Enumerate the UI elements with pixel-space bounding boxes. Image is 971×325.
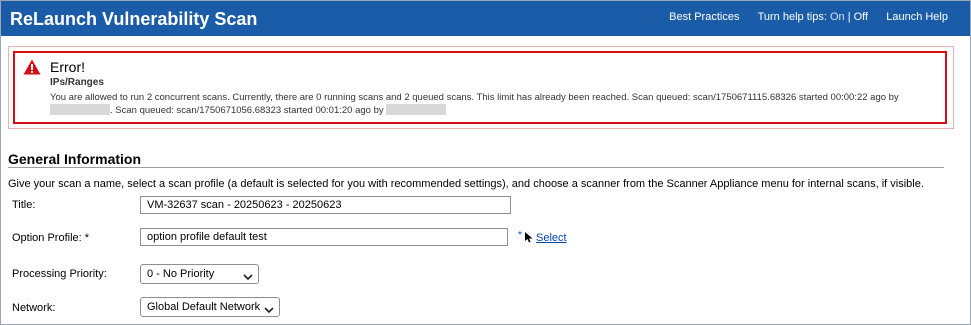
launch-help-link[interactable]: Launch Help — [886, 11, 948, 23]
network-select[interactable]: Global Default Network — [140, 297, 280, 317]
error-message-part2: . Scan queued: scan/1750671056.68323 sta… — [110, 105, 384, 116]
section-divider — [8, 167, 944, 168]
error-message-part1: You are allowed to run 2 concurrent scan… — [50, 92, 899, 103]
title-label: Title: — [12, 199, 36, 211]
warning-icon — [23, 59, 41, 80]
network-label: Network: — [12, 302, 56, 314]
header-links: Best Practices Turn help tips: On | Off … — [669, 11, 948, 23]
error-title: Error! — [50, 59, 85, 75]
title-input[interactable]: VM-32637 scan - 20250623 - 20250623 — [140, 196, 511, 214]
redacted-username — [386, 104, 447, 115]
redacted-username — [50, 104, 110, 115]
error-message-box: Error! IPs/Ranges You are allowed to run… — [13, 51, 947, 124]
cursor-icon — [524, 232, 536, 246]
intro-text: Give your scan a name, select a scan pro… — [8, 178, 924, 190]
help-tips-off-link[interactable]: Off — [854, 11, 868, 23]
option-profile-input[interactable]: option profile default test — [140, 228, 508, 246]
best-practices-link[interactable]: Best Practices — [669, 11, 739, 23]
processing-priority-value: 0 - No Priority — [147, 268, 215, 280]
error-message: You are allowed to run 2 concurrent scan… — [50, 91, 940, 117]
processing-priority-select[interactable]: 0 - No Priority — [140, 264, 259, 284]
error-subtitle: IPs/Ranges — [50, 77, 104, 88]
processing-priority-label: Processing Priority: — [12, 268, 107, 280]
help-tips-label: Turn help tips: — [757, 11, 827, 23]
chevron-down-icon — [264, 302, 274, 320]
relaunch-scan-window: ReLaunch Vulnerability Scan Best Practic… — [0, 0, 971, 325]
title-bar: ReLaunch Vulnerability Scan Best Practic… — [1, 1, 970, 36]
page-title: ReLaunch Vulnerability Scan — [10, 9, 258, 29]
select-profile: * Select — [518, 230, 567, 244]
chevron-down-icon — [243, 269, 253, 287]
help-tips-on-link[interactable]: On — [830, 11, 845, 23]
network-value: Global Default Network — [147, 301, 261, 313]
help-tips-separator: | — [847, 11, 851, 23]
section-title: General Information — [8, 151, 142, 167]
option-profile-label: Option Profile: * — [12, 232, 90, 244]
select-asterisk: * — [518, 230, 522, 241]
select-profile-link[interactable]: Select — [536, 232, 567, 244]
